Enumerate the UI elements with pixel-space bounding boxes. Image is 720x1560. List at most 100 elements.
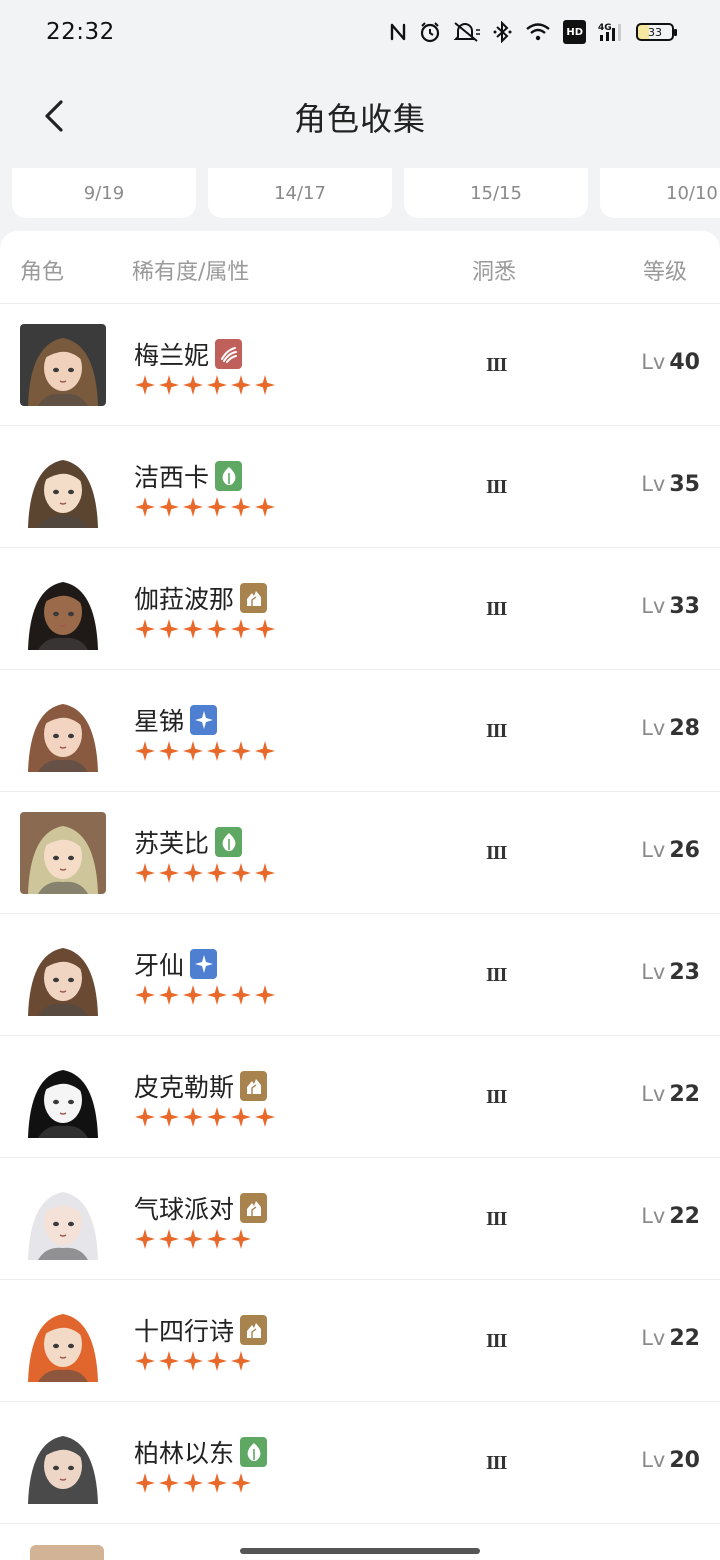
star-icon	[230, 1472, 252, 1494]
character-row[interactable]: 牙仙 III Lv 23	[0, 914, 720, 1036]
mineral-icon	[240, 1071, 268, 1101]
page-title: 角色收集	[293, 100, 426, 138]
character-name: 梅兰妮	[134, 341, 210, 370]
chevron-left-icon	[45, 100, 63, 132]
character-name: 气球派对	[134, 1195, 235, 1224]
insight-level: III	[486, 1330, 507, 1352]
tab-3[interactable]: 15/15	[404, 168, 588, 218]
column-level[interactable]: 等级	[643, 254, 687, 286]
mineral-icon	[240, 583, 268, 613]
beast-claw-icon	[215, 339, 243, 369]
character-rows: 梅兰妮 III Lv 40 洁西卡 III Lv 35 伽菈波那 III Lv 33 星锑 III Lv 28…	[0, 304, 720, 1524]
character-avatar	[20, 324, 106, 406]
column-rarity[interactable]: 稀有度/属性	[132, 254, 249, 286]
star-icon	[158, 1106, 180, 1128]
character-row[interactable]: 气球派对 III Lv 22	[0, 1158, 720, 1280]
level-number: 22	[669, 1326, 700, 1351]
star-icon	[134, 1472, 156, 1494]
character-avatar	[20, 446, 106, 528]
status-time: 22:32	[46, 19, 115, 45]
star-icon	[134, 740, 156, 762]
character-row[interactable]: 伽菈波那 III Lv 33	[0, 548, 720, 670]
star-icon	[134, 496, 156, 518]
level-prefix: Lv	[641, 472, 666, 496]
star-icon	[230, 1350, 252, 1372]
column-role[interactable]: 角色	[20, 254, 64, 286]
character-avatar	[20, 934, 106, 1016]
character-row[interactable]: 皮克勒斯 III Lv 22	[0, 1036, 720, 1158]
nfc-icon	[389, 20, 407, 44]
star-icon	[158, 984, 180, 1006]
star-icon	[230, 740, 252, 762]
filter-tabs: 9/19 14/17 15/15 10/10	[0, 168, 720, 220]
star-icon	[182, 1106, 204, 1128]
home-indicator[interactable]	[240, 1548, 480, 1554]
star-icon	[206, 740, 228, 762]
character-row[interactable]: 洁西卡 III Lv 35	[0, 426, 720, 548]
mute-icon	[453, 20, 481, 44]
rarity-stars	[134, 1350, 252, 1372]
name-line: 十四行诗	[134, 1312, 268, 1348]
star-icon	[158, 862, 180, 884]
leaf-icon	[215, 461, 243, 491]
star-icon	[182, 374, 204, 396]
character-row[interactable]: 星锑 III Lv 28	[0, 670, 720, 792]
star-icon	[206, 374, 228, 396]
character-row[interactable]: 苏芙比 III Lv 26	[0, 792, 720, 914]
back-button[interactable]	[32, 94, 76, 138]
name-line: 牙仙	[134, 946, 218, 982]
star-icon	[182, 862, 204, 884]
column-insight[interactable]: 洞悉	[472, 254, 516, 286]
insight-level: III	[486, 964, 507, 986]
status-icons: HD 4G 33	[389, 20, 677, 44]
character-avatar	[20, 1300, 106, 1382]
character-avatar	[20, 1056, 106, 1138]
character-name: 星锑	[134, 707, 185, 736]
star-icon	[182, 496, 204, 518]
tab-2[interactable]: 14/17	[208, 168, 392, 218]
level-number: 35	[669, 472, 700, 497]
star-icon	[134, 374, 156, 396]
wifi-icon	[525, 20, 551, 44]
character-avatar	[20, 568, 106, 650]
character-row[interactable]: 十四行诗 III Lv 22	[0, 1280, 720, 1402]
tab-4[interactable]: 10/10	[600, 168, 720, 218]
insight-level: III	[486, 598, 507, 620]
level-prefix: Lv	[641, 594, 666, 618]
character-name: 洁西卡	[134, 463, 210, 492]
level-number: 26	[669, 838, 700, 863]
star-icon	[158, 1472, 180, 1494]
battery-icon: 33	[636, 23, 677, 41]
level-prefix: Lv	[641, 1082, 666, 1106]
character-level: Lv 40	[641, 350, 700, 375]
header: 角色收集	[0, 70, 720, 164]
level-number: 40	[669, 350, 700, 375]
star-icon	[158, 740, 180, 762]
level-number: 23	[669, 960, 700, 985]
insight-level: III	[486, 1452, 507, 1474]
star-icon	[254, 374, 276, 396]
character-row[interactable]: 梅兰妮 III Lv 40	[0, 304, 720, 426]
character-level: Lv 33	[641, 594, 700, 619]
star-icon	[134, 984, 156, 1006]
rarity-stars	[134, 740, 276, 762]
level-prefix: Lv	[641, 716, 666, 740]
star-icon	[182, 984, 204, 1006]
character-level: Lv 28	[641, 716, 700, 741]
star-icon	[230, 862, 252, 884]
star-icon	[230, 374, 252, 396]
character-name: 皮克勒斯	[134, 1073, 235, 1102]
star-icon	[206, 1106, 228, 1128]
star-icon	[254, 862, 276, 884]
character-row[interactable]: 柏林以东 III Lv 20	[0, 1402, 720, 1524]
tab-1[interactable]: 9/19	[12, 168, 196, 218]
level-prefix: Lv	[641, 1326, 666, 1350]
mineral-icon	[240, 1193, 268, 1223]
column-header: 角色 稀有度/属性 洞悉 等级	[0, 231, 720, 304]
name-line: 皮克勒斯	[134, 1068, 268, 1104]
rarity-stars	[134, 1228, 252, 1250]
star-icon	[182, 1350, 204, 1372]
star-icon	[230, 618, 252, 640]
star-icon	[206, 984, 228, 1006]
insight-level: III	[486, 476, 507, 498]
